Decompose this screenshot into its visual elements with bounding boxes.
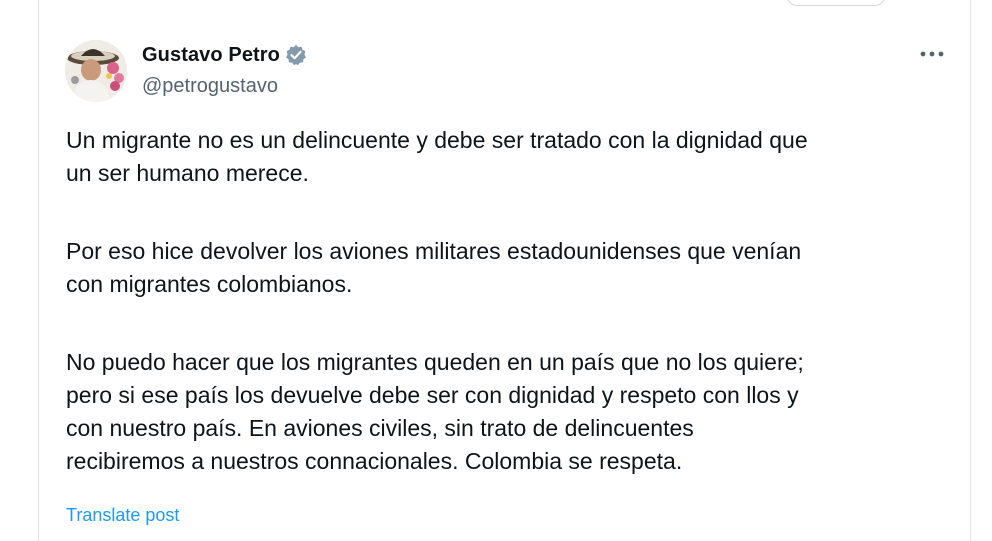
tweet-card: Gustavo Petro @petrogustavo Un migrante … bbox=[39, 0, 970, 541]
page: Gustavo Petro @petrogustavo Un migrante … bbox=[0, 0, 992, 541]
tweet-paragraph-3: No puedo hacer que los migrantes queden … bbox=[66, 349, 804, 474]
right-divider bbox=[970, 0, 971, 541]
tweet-paragraph-2: Por eso hice devolver los aviones milita… bbox=[66, 238, 802, 297]
translate-post-link[interactable]: Translate post bbox=[66, 505, 179, 526]
tweet-paragraph-1: Un migrante no es un delincuente y debe … bbox=[66, 127, 808, 186]
author-name-row: Gustavo Petro bbox=[142, 42, 307, 68]
tweet-text: Un migrante no es un delincuente y debe … bbox=[66, 124, 956, 478]
more-options-icon[interactable] bbox=[917, 42, 947, 66]
author-handle[interactable]: @petrogustavo bbox=[142, 75, 278, 98]
verified-badge-icon[interactable] bbox=[285, 44, 307, 66]
avatar-image bbox=[65, 40, 127, 102]
avatar[interactable] bbox=[65, 40, 127, 102]
author-display-name[interactable]: Gustavo Petro bbox=[142, 44, 280, 67]
